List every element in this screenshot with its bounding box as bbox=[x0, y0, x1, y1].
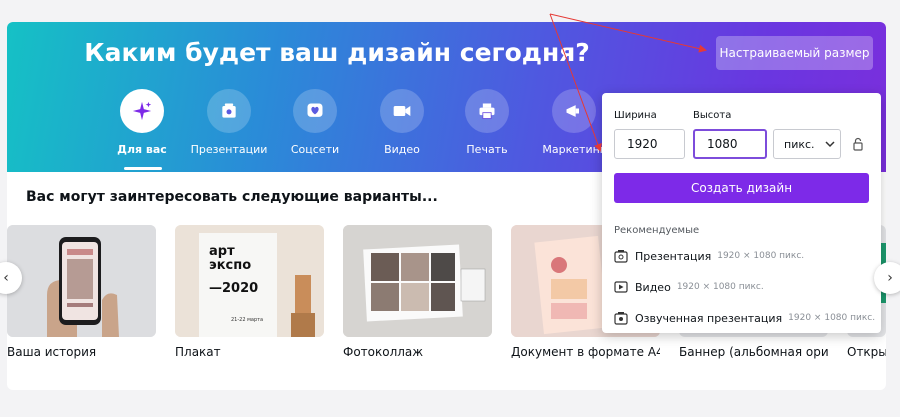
width-label: Ширина bbox=[614, 110, 657, 121]
active-category-indicator bbox=[124, 167, 162, 170]
photo-collage-image bbox=[343, 225, 492, 337]
presentation-icon bbox=[207, 89, 251, 133]
heart-icon bbox=[293, 89, 337, 133]
phone-in-hand-image bbox=[7, 225, 156, 337]
sparkle-icon bbox=[120, 89, 164, 133]
template-tile-collage[interactable] bbox=[343, 225, 492, 337]
unit-select[interactable]: пикс. bbox=[773, 129, 841, 159]
recommended-dims: 1920 × 1080 пикс. bbox=[788, 313, 876, 323]
create-design-button[interactable]: Создать дизайн bbox=[614, 173, 869, 203]
category-label: Презентации bbox=[190, 143, 268, 156]
template-tile-poster[interactable]: арт экспо —2020 21-22 марта bbox=[175, 225, 324, 337]
template-tile-story[interactable] bbox=[7, 225, 156, 337]
tile-label: Баннер (альбомная ориентация) bbox=[679, 345, 829, 359]
home-card: Каким будет ваш дизайн сегодня? Настраив… bbox=[7, 22, 886, 390]
recommended-item-presentation[interactable]: Презентация 1920 × 1080 пикс. bbox=[614, 246, 804, 266]
category-label: Видео bbox=[384, 143, 420, 156]
height-input[interactable] bbox=[693, 129, 767, 159]
section-title: Вас могут заинтересовать следующие вариа… bbox=[26, 189, 438, 205]
unit-value: пикс. bbox=[784, 137, 815, 151]
tile-label: Открытка bbox=[847, 345, 886, 359]
hero-title: Каким будет ваш дизайн сегодня? bbox=[84, 38, 590, 67]
recommended-item-voice-presentation[interactable]: Озвученная презентация 1920 × 1080 пикс. bbox=[614, 308, 875, 328]
recommended-dims: 1920 × 1080 пикс. bbox=[717, 251, 805, 261]
poster-year: —2020 bbox=[209, 281, 259, 296]
category-label: Соцсети bbox=[290, 143, 340, 156]
category-label: Для вас bbox=[117, 143, 167, 156]
recommended-item-video[interactable]: Видео 1920 × 1080 пикс. bbox=[614, 277, 764, 297]
voice-presentation-icon bbox=[614, 311, 628, 325]
chevron-left-icon: ‹ bbox=[3, 270, 9, 286]
tile-label: Ваша история bbox=[7, 345, 97, 359]
recommended-name: Презентация bbox=[635, 249, 712, 263]
category-for-you[interactable]: Для вас bbox=[102, 89, 182, 156]
recommended-name: Видео bbox=[635, 280, 671, 294]
recommended-title: Рекомендуемые bbox=[614, 225, 700, 236]
category-label: Печать bbox=[466, 143, 508, 156]
presentation-icon bbox=[614, 249, 628, 263]
category-print[interactable]: Печать bbox=[447, 89, 527, 156]
chevron-right-icon: › bbox=[887, 270, 893, 286]
lock-icon[interactable] bbox=[852, 137, 864, 151]
recommended-dims: 1920 × 1080 пикс. bbox=[676, 282, 764, 292]
category-social[interactable]: Соцсети bbox=[275, 89, 355, 156]
category-video[interactable]: Видео bbox=[362, 89, 442, 156]
chevron-down-icon bbox=[825, 139, 835, 149]
tile-label: Плакат bbox=[175, 345, 221, 359]
category-presentations[interactable]: Презентации bbox=[189, 89, 269, 156]
tile-label: Фотоколлаж bbox=[343, 345, 424, 359]
scroll-right-button[interactable]: › bbox=[874, 262, 900, 294]
poster-title: арт экспо bbox=[209, 244, 252, 273]
megaphone-icon bbox=[552, 89, 596, 133]
tile-label: Документ в формате А4 bbox=[511, 345, 660, 359]
recommended-name: Озвученная презентация bbox=[635, 311, 783, 325]
video-camera-icon bbox=[380, 89, 424, 133]
poster-date: 21-22 марта bbox=[231, 317, 264, 323]
width-input[interactable] bbox=[614, 129, 685, 159]
video-icon bbox=[614, 280, 628, 294]
page: Каким будет ваш дизайн сегодня? Настраив… bbox=[0, 0, 900, 417]
height-label: Высота bbox=[693, 110, 732, 121]
printer-icon bbox=[465, 89, 509, 133]
custom-size-button[interactable]: Настраиваемый размер bbox=[716, 36, 873, 70]
custom-size-popover: Ширина Высота пикс. Создать дизайн Реком… bbox=[602, 93, 881, 333]
